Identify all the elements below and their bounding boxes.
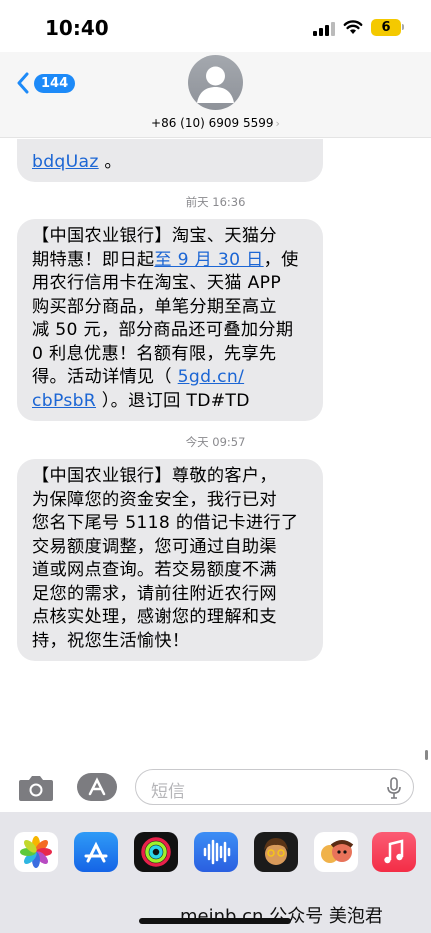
message-line: 得。活动详情见（ 5gd.cn/ xyxy=(32,366,311,390)
memoji-face-icon xyxy=(264,838,288,865)
person-silhouette-icon xyxy=(197,66,234,103)
message-line xyxy=(32,139,311,151)
app-store-apps-icon[interactable] xyxy=(76,772,118,802)
sticker-faces-icon xyxy=(321,840,354,863)
message-line: 期特惠！即日起至 9 月 30 日，使 xyxy=(32,249,311,273)
memoji-stickers-icon[interactable] xyxy=(314,832,358,872)
message-line: 交易额度调整，您可通过自助渠 xyxy=(32,536,277,557)
scroll-indicator[interactable] xyxy=(425,750,428,760)
wifi-icon xyxy=(343,20,363,34)
cellular-signal-icon xyxy=(313,22,335,36)
audio-icon[interactable] xyxy=(194,832,238,872)
microphone-icon[interactable] xyxy=(387,777,401,799)
message-bubble[interactable]: 【中国农业银行】淘宝、天猫分 期特惠！即日起至 9 月 30 日，使 用农行信用… xyxy=(17,219,323,421)
waveform-icon xyxy=(203,839,231,865)
back-button[interactable]: 144 xyxy=(16,68,76,98)
message-text: ，使 xyxy=(263,249,299,270)
message-line: 您名下尾号 5118 的借记卡进行了 xyxy=(32,513,299,533)
message-text: 期特惠！即日起 xyxy=(32,249,155,270)
contact-details-link[interactable]: +86 (10) 6909 5599 › xyxy=(0,116,431,130)
camera-icon[interactable] xyxy=(18,774,54,802)
conversation-header: 144 +86 (10) 6909 5599 › xyxy=(0,52,431,138)
status-time: 10:40 xyxy=(45,16,109,40)
music-icon[interactable] xyxy=(372,832,416,872)
message-text: ）。退订回 TD#TD xyxy=(96,390,250,411)
fitness-icon[interactable] xyxy=(134,832,178,872)
message-line: 道或网点查询。若交易额度不满 xyxy=(32,560,277,580)
timestamp: 今天 09:57 xyxy=(185,435,246,449)
message-line: 为保障您的资金安全，我行已对 xyxy=(32,489,277,510)
timestamp: 前天 16:36 xyxy=(185,195,246,209)
app-store-icon[interactable] xyxy=(74,832,118,872)
chevron-right-icon: › xyxy=(275,117,280,130)
watermark-text: meinb.cn 公众号 美泡君 xyxy=(180,906,383,927)
message-input[interactable]: 短信 xyxy=(135,769,414,805)
message-line: 足您的需求，请前往附近农行网 xyxy=(32,583,277,604)
app-store-glyph-icon xyxy=(84,841,108,863)
compose-bar: 短信 xyxy=(0,762,431,812)
message-list[interactable]: bdqUaz 。 前天 16:36 【中国农业银行】淘宝、天猫分 期特惠！即日起… xyxy=(0,139,431,759)
memoji-icon[interactable] xyxy=(254,832,298,872)
battery-nub xyxy=(402,24,404,30)
message-input-placeholder: 短信 xyxy=(151,782,185,802)
contact-avatar[interactable] xyxy=(188,55,243,110)
status-bar: 10:40 6 xyxy=(0,0,431,52)
message-line: 持，祝您生活愉快！ xyxy=(32,630,190,651)
message-text: 得。活动详情见（ xyxy=(32,367,178,387)
message-line: 减 50 元，部分商品还可叠加分期 xyxy=(32,320,294,340)
photos-flower-icon xyxy=(20,836,52,868)
message-line: 【中国农业银行】尊敬的客户， xyxy=(32,466,277,486)
message-line: 【中国农业银行】淘宝、天猫分 xyxy=(32,226,277,246)
message-link[interactable]: bdqUaz xyxy=(32,152,99,172)
message-line: 0 利息优惠！名额有限，先享先 xyxy=(32,343,277,364)
date-link[interactable]: 至 9 月 30 日 xyxy=(154,250,263,270)
contact-number: +86 (10) 6909 5599 xyxy=(151,116,274,130)
music-note-icon xyxy=(384,839,404,864)
battery-icon: 6 xyxy=(371,19,401,36)
photos-icon[interactable] xyxy=(14,832,58,872)
message-line: 点核实处理，感谢您的理解和支 xyxy=(32,607,277,627)
message-bubble[interactable]: 【中国农业银行】尊敬的客户， 为保障您的资金安全，我行已对 您名下尾号 5118… xyxy=(17,459,323,661)
activity-rings-icon xyxy=(141,837,171,867)
message-line: 购买部分商品，单笔分期至高立 xyxy=(32,296,277,317)
url-link[interactable]: cbPsbR xyxy=(32,391,96,411)
message-line: bdqUaz 。 xyxy=(32,151,311,175)
message-line: 用农行信用卡在淘宝、天猫 APP xyxy=(32,273,282,293)
app-drawer: meinb.cn 公众号 美泡君 xyxy=(0,812,431,933)
url-link[interactable]: 5gd.cn/ xyxy=(178,367,244,387)
chevron-left-icon xyxy=(17,72,29,94)
unread-count-badge: 144 xyxy=(34,73,76,93)
message-line: cbPsbR ）。退订回 TD#TD xyxy=(32,390,311,414)
message-bubble[interactable]: bdqUaz 。 xyxy=(17,139,323,182)
message-text: 。 xyxy=(98,151,122,172)
